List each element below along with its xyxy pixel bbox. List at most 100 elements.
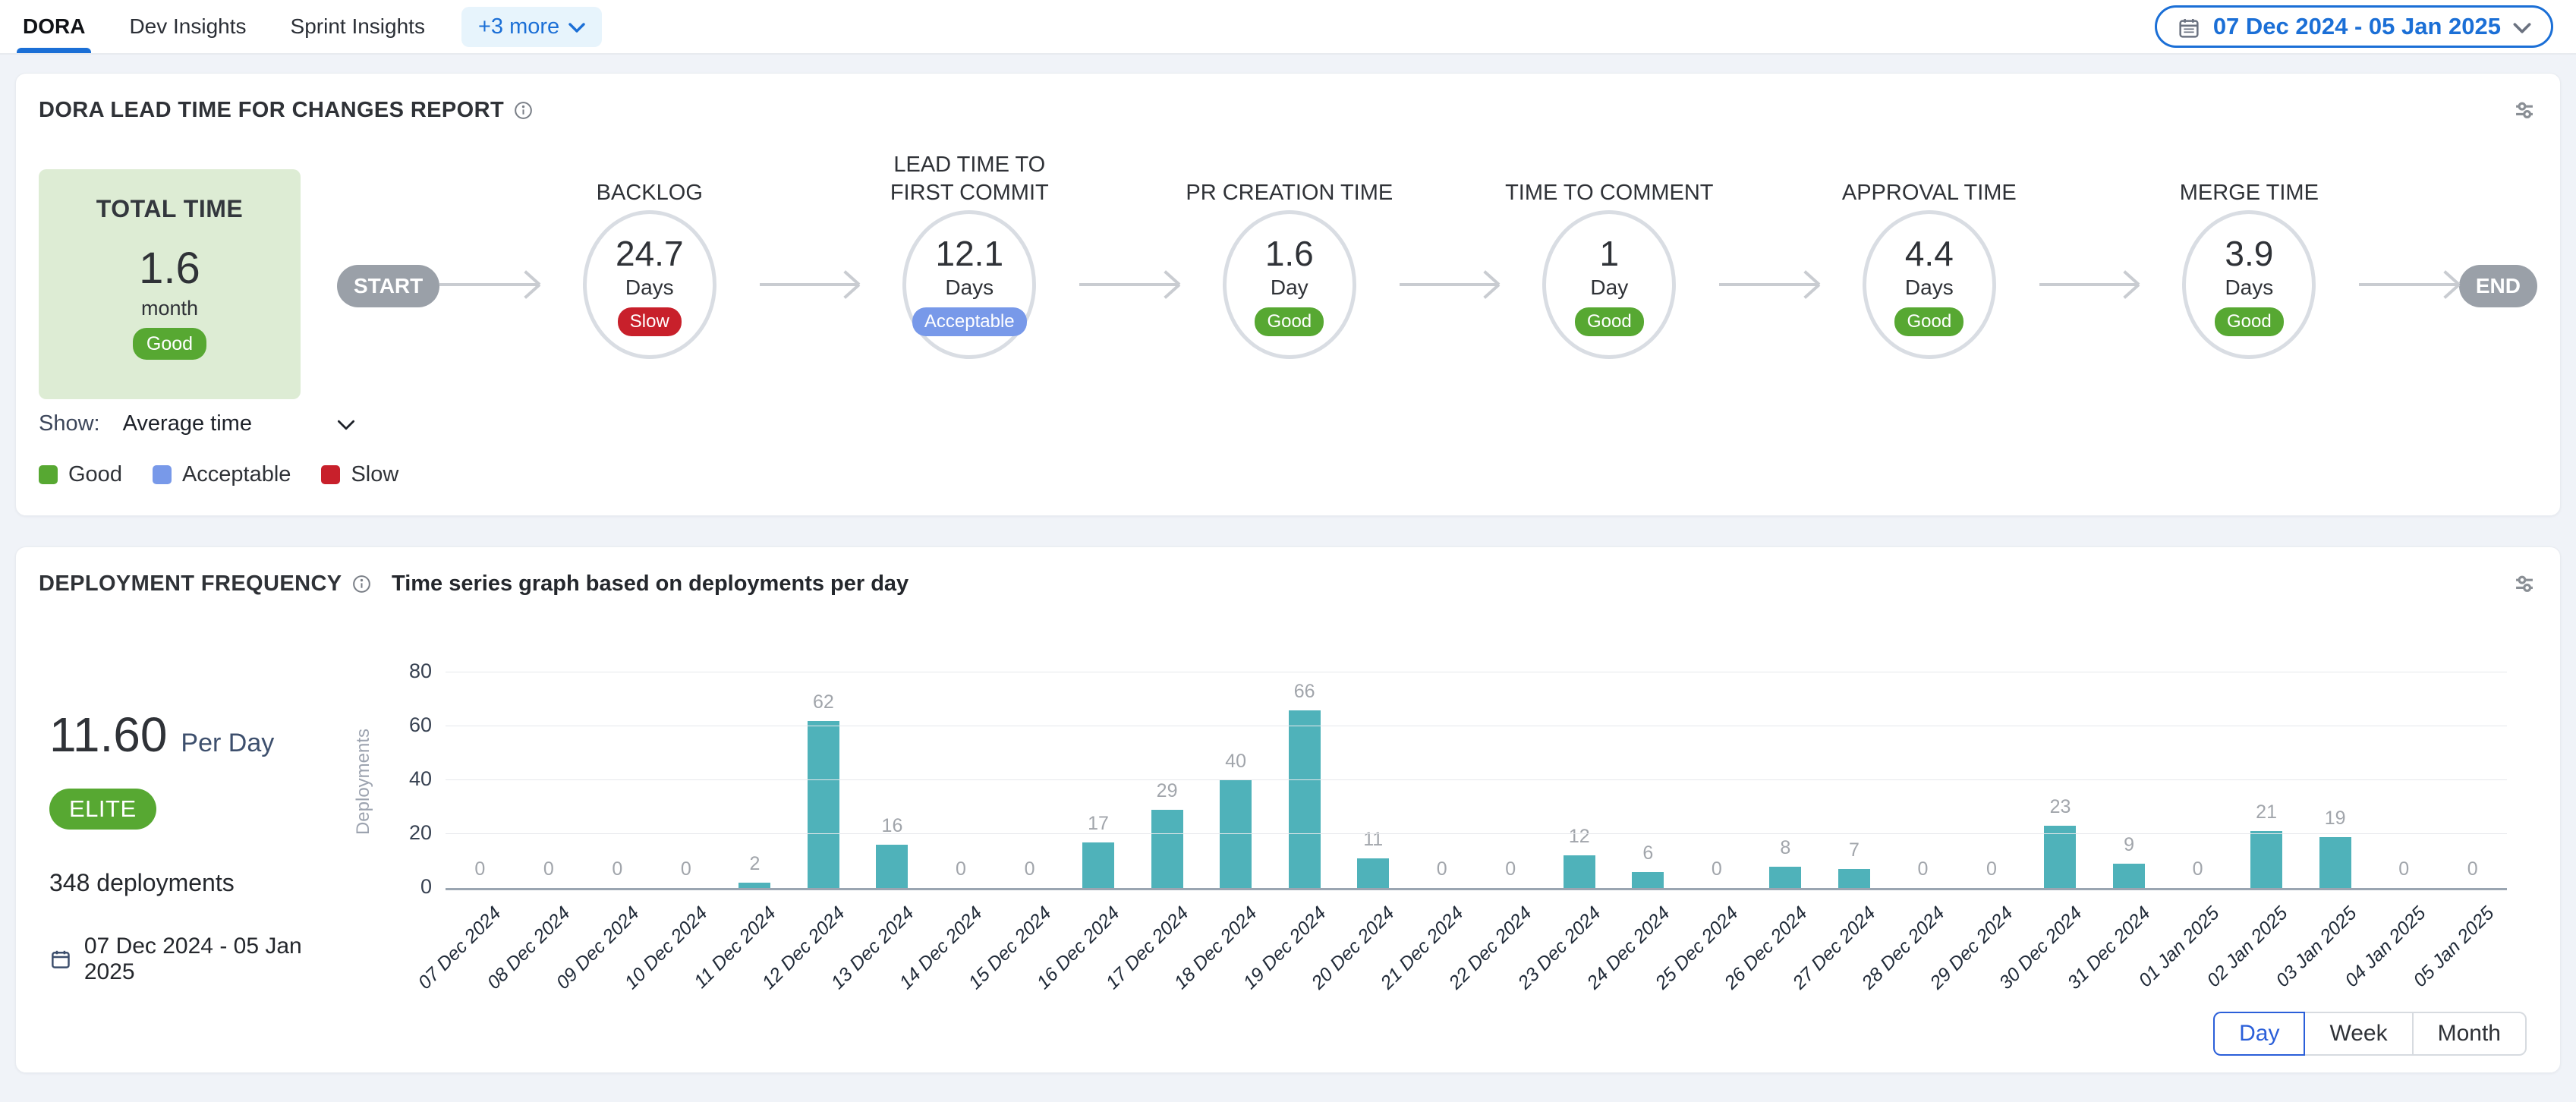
- bar-slot: 0: [2438, 675, 2507, 888]
- y-axis-tick: 60: [395, 713, 432, 737]
- y-axis-tick: 0: [395, 875, 432, 899]
- flow-arrow: [1400, 283, 1500, 286]
- bar: [2044, 826, 2076, 888]
- granularity-month[interactable]: Month: [2412, 1012, 2527, 1056]
- bar-slot: 2: [720, 675, 789, 888]
- granularity-week[interactable]: Week: [2304, 1012, 2413, 1056]
- flow-node-value: 1.6: [1265, 233, 1314, 274]
- legend-item-good: Good: [39, 462, 122, 487]
- legend-item-slow: Slow: [321, 462, 398, 487]
- flow-arrow: [2359, 283, 2459, 286]
- flow-node-time-to-comment: TIME TO COMMENT1DayGood: [1499, 140, 1719, 359]
- granularity-toggle: DayWeekMonth: [39, 1012, 2537, 1056]
- flow-node-lead-time-to-first-commit: LEAD TIME TO FIRST COMMIT12.1DaysAccepta…: [859, 140, 1079, 359]
- flow-node-label: APPROVAL TIME: [1842, 140, 2017, 210]
- chart-bars: 0000262160017294066110012608700239021190…: [446, 675, 2507, 888]
- bar-value-label: 0: [1476, 858, 1545, 880]
- bar-value-label: 0: [1888, 858, 1957, 880]
- bar-slot: 8: [1751, 675, 1820, 888]
- bar-slot: 0: [1407, 675, 1476, 888]
- bar-slot: 0: [1888, 675, 1957, 888]
- deployment-card-title: DEPLOYMENT FREQUENCY: [39, 571, 372, 597]
- calendar-icon: [2177, 16, 2201, 40]
- bar: [1357, 858, 1389, 888]
- bar-slot: 6: [1614, 675, 1683, 888]
- bar-value-label: 17: [1064, 813, 1133, 835]
- bar: [1564, 855, 1595, 888]
- bar-slot: 7: [1820, 675, 1889, 888]
- bar: [1151, 810, 1183, 888]
- lead-time-card-title: DORA LEAD TIME FOR CHANGES REPORT: [39, 98, 534, 123]
- stats-date-range: 07 Dec 2024 - 05 Jan 2025: [49, 934, 357, 985]
- tab-dora[interactable]: DORA: [23, 0, 85, 53]
- flow-node-merge-time: MERGE TIME3.9DaysGood: [2139, 140, 2359, 359]
- bar-value-label: 0: [1683, 858, 1752, 880]
- bar-slot: 23: [2026, 675, 2095, 888]
- bar-value-label: 2: [720, 853, 789, 875]
- bar-slot: 66: [1270, 675, 1339, 888]
- legend-label: Acceptable: [182, 462, 291, 487]
- flow-node-value: 24.7: [616, 233, 684, 274]
- legend-swatch: [321, 465, 340, 484]
- legend-label: Good: [68, 462, 122, 487]
- bar: [1220, 780, 1252, 888]
- flow-node-label: BACKLOG: [597, 140, 703, 210]
- bar-value-label: 21: [2232, 801, 2301, 823]
- bar-slot: 0: [652, 675, 721, 888]
- bar-slot: 17: [1064, 675, 1133, 888]
- bar: [1289, 710, 1321, 888]
- bar: [1082, 842, 1114, 888]
- flow-node-label: PR CREATION TIME: [1186, 140, 1393, 210]
- bar-slot: 0: [2163, 675, 2232, 888]
- info-icon[interactable]: [351, 574, 372, 594]
- legend-label: Slow: [351, 462, 398, 487]
- bar-value-label: 0: [927, 858, 996, 880]
- bar: [876, 845, 908, 888]
- legend-item-acceptable: Acceptable: [153, 462, 291, 487]
- gridline: [446, 833, 2507, 834]
- granularity-day[interactable]: Day: [2213, 1012, 2305, 1056]
- total-deployments-text: 348 deployments: [49, 869, 357, 897]
- bar-value-label: 0: [1407, 858, 1476, 880]
- flow-node-circle: 1DayGood: [1542, 210, 1676, 359]
- info-icon[interactable]: [513, 100, 534, 121]
- tab-dev-insights[interactable]: Dev Insights: [129, 0, 246, 53]
- calendar-icon: [49, 948, 72, 971]
- bar-value-label: 7: [1820, 839, 1889, 861]
- date-range-picker[interactable]: 07 Dec 2024 - 05 Jan 2025: [2155, 5, 2553, 48]
- flow-node-status-badge: Slow: [618, 307, 682, 337]
- flow-node-unit: Day: [1590, 276, 1628, 300]
- bar: [1632, 872, 1664, 888]
- show-label: Show:: [39, 411, 100, 436]
- flow-node-unit: Days: [2225, 276, 2273, 300]
- more-tabs-label: +3 more: [478, 14, 559, 39]
- bar: [1769, 867, 1801, 888]
- flow-arrow: [760, 283, 860, 286]
- total-time-value: 1.6: [139, 243, 200, 294]
- bar-slot: 0: [515, 675, 584, 888]
- chart-settings-sliders-icon[interactable]: [2511, 571, 2537, 597]
- flow-node-circle: 4.4DaysGood: [1863, 210, 1996, 359]
- flow-node-pr-creation-time: PR CREATION TIME1.6DayGood: [1179, 140, 1400, 359]
- start-pill: START: [337, 265, 439, 307]
- flow-node-approval-time: APPROVAL TIME4.4DaysGood: [1819, 140, 2039, 359]
- more-tabs-chip[interactable]: +3 more: [461, 7, 602, 47]
- bar: [738, 883, 770, 888]
- performance-tier-badge: ELITE: [49, 789, 156, 830]
- bar-value-label: 0: [995, 858, 1064, 880]
- bar: [808, 721, 839, 888]
- show-metric-dropdown[interactable]: Show: Average time: [39, 411, 355, 436]
- flow-arrow: [439, 283, 540, 286]
- total-time-unit: month: [141, 297, 198, 320]
- top-navigation-bar: DORADev InsightsSprint Insights +3 more …: [0, 0, 2576, 55]
- bar-slot: 40: [1201, 675, 1271, 888]
- bar-slot: 9: [2095, 675, 2164, 888]
- chart-settings-sliders-icon[interactable]: [2511, 97, 2537, 123]
- y-axis-label: Deployments: [353, 728, 374, 834]
- flow-node-status-badge: Good: [1255, 307, 1324, 337]
- flow-node-status-badge: Good: [2215, 307, 2284, 337]
- date-range-label: 07 Dec 2024 - 05 Jan 2025: [2213, 13, 2501, 40]
- bar-value-label: 0: [2370, 858, 2439, 880]
- tab-sprint-insights[interactable]: Sprint Insights: [291, 0, 425, 53]
- flow-node-unit: Days: [945, 276, 994, 300]
